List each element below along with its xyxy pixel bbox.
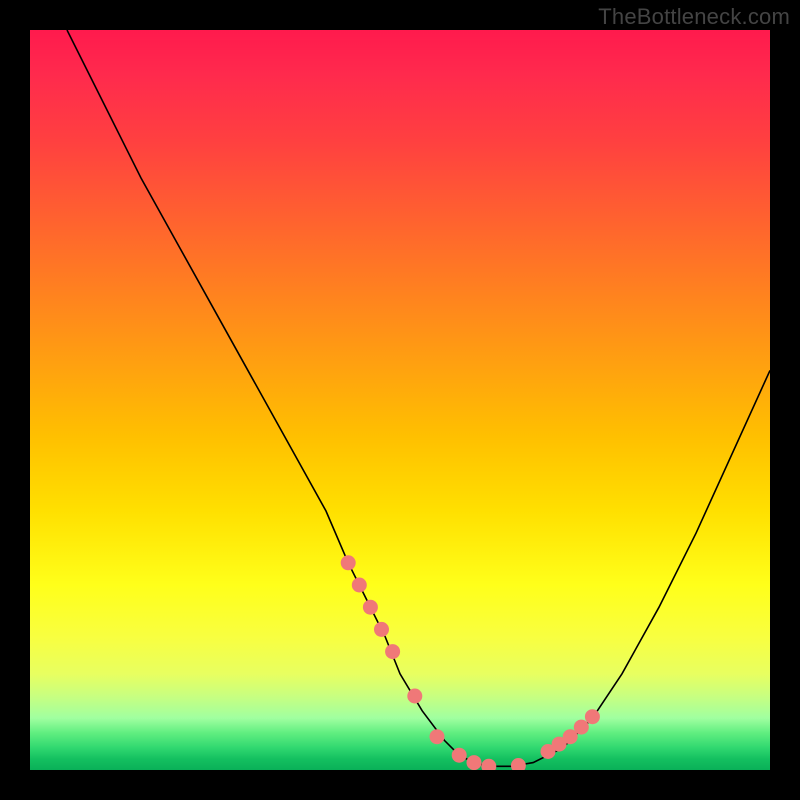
dot	[352, 578, 367, 593]
dot	[452, 748, 467, 763]
chart-container	[30, 30, 770, 770]
dot	[467, 755, 482, 770]
dot	[407, 689, 422, 704]
dot	[385, 644, 400, 659]
highlight-dots	[341, 555, 600, 770]
dot	[511, 758, 526, 770]
chart-overlay	[30, 30, 770, 770]
watermark-text: TheBottleneck.com	[598, 4, 790, 30]
dot	[574, 720, 589, 735]
dot	[374, 622, 389, 637]
curve-line	[67, 30, 770, 766]
dot	[481, 759, 496, 770]
dot	[363, 600, 378, 615]
dot	[341, 555, 356, 570]
dot	[585, 709, 600, 724]
dot	[430, 729, 445, 744]
